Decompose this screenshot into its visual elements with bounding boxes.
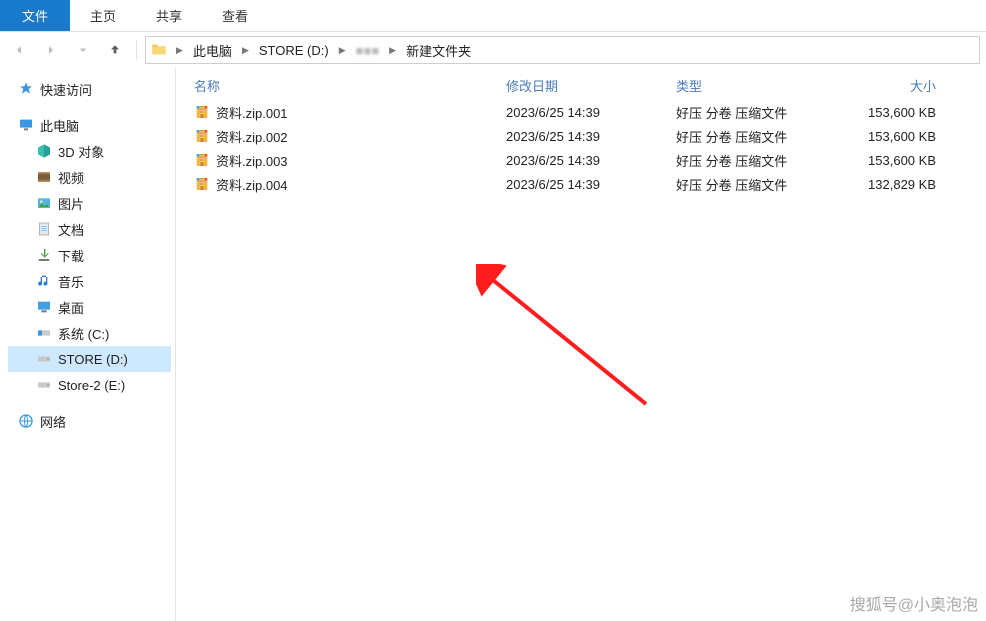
sidebar-item-label: 桌面 <box>58 298 84 317</box>
file-size: 153,600 KB <box>836 153 956 168</box>
cube-icon <box>36 143 52 159</box>
tab-share[interactable]: 共享 <box>136 0 202 31</box>
zip-icon <box>194 176 210 192</box>
annotation-arrow <box>476 264 676 424</box>
file-size: 153,600 KB <box>836 105 956 120</box>
tab-view[interactable]: 查看 <box>202 0 268 31</box>
sidebar-item-label: 音乐 <box>58 272 84 291</box>
sidebar-item-doc[interactable]: 文档 <box>8 216 171 242</box>
sidebar-item-label: Store-2 (E:) <box>58 378 125 393</box>
sidebar-this-pc[interactable]: 此电脑 <box>8 112 171 138</box>
drive-icon <box>36 377 52 393</box>
file-name: 资料.zip.003 <box>216 151 288 170</box>
chevron-right-icon: ▶ <box>238 45 253 56</box>
nav-up-button[interactable] <box>102 37 128 63</box>
file-name: 资料.zip.001 <box>216 103 288 122</box>
breadcrumb-this-pc[interactable]: 此电脑 <box>187 37 238 63</box>
computer-icon <box>18 117 34 133</box>
file-type: 好压 分卷 压缩文件 <box>676 175 836 194</box>
file-type: 好压 分卷 压缩文件 <box>676 151 836 170</box>
breadcrumb-drive[interactable]: STORE (D:) <box>253 37 335 63</box>
nav-recent-button[interactable] <box>70 37 96 63</box>
folder-icon <box>150 41 168 59</box>
col-header-type[interactable]: 类型 <box>676 76 836 95</box>
sidebar-item-label: STORE (D:) <box>58 352 128 367</box>
star-icon <box>18 81 34 97</box>
sidebar-network[interactable]: 网络 <box>8 408 171 434</box>
picture-icon <box>36 195 52 211</box>
sidebar-item-label: 图片 <box>58 194 84 213</box>
sidebar-item-label: 此电脑 <box>40 116 79 135</box>
nav-back-button[interactable] <box>6 37 32 63</box>
tab-file[interactable]: 文件 <box>0 0 70 31</box>
chevron-down-icon <box>75 42 91 58</box>
zip-icon <box>194 152 210 168</box>
sidebar-item-drive[interactable]: Store-2 (E:) <box>8 372 171 398</box>
sidebar-quick-access[interactable]: 快速访问 <box>8 76 171 102</box>
address-bar[interactable]: ▶ 此电脑 ▶ STORE (D:) ▶ ■■■ ▶ 新建文件夹 <box>145 36 980 64</box>
divider <box>136 40 137 60</box>
download-icon <box>36 247 52 263</box>
zip-icon <box>194 128 210 144</box>
sidebar-item-label: 下载 <box>58 246 84 265</box>
nav-forward-button[interactable] <box>38 37 64 63</box>
sidebar-item-label: 系统 (C:) <box>58 324 109 343</box>
breadcrumb-current[interactable]: 新建文件夹 <box>400 37 477 63</box>
sidebar-item-label: 快速访问 <box>40 80 92 99</box>
body: 快速访问 此电脑 3D 对象视频图片文档下载音乐桌面系统 (C:) STORE (… <box>0 68 986 621</box>
sidebar: 快速访问 此电脑 3D 对象视频图片文档下载音乐桌面系统 (C:) STORE (… <box>0 68 176 621</box>
breadcrumb-hidden[interactable]: ■■■ <box>350 37 386 63</box>
file-name: 资料.zip.002 <box>216 127 288 146</box>
file-row[interactable]: 资料.zip.004 2023/6/25 14:39好压 分卷 压缩文件132,8… <box>176 172 986 196</box>
file-row[interactable]: 资料.zip.003 2023/6/25 14:39好压 分卷 压缩文件153,6… <box>176 148 986 172</box>
col-header-date[interactable]: 修改日期 <box>506 76 676 95</box>
sidebar-item-label: 网络 <box>40 412 66 431</box>
sidebar-item-cube[interactable]: 3D 对象 <box>8 138 171 164</box>
file-row[interactable]: 资料.zip.002 2023/6/25 14:39好压 分卷 压缩文件153,6… <box>176 124 986 148</box>
music-icon <box>36 273 52 289</box>
file-size: 153,600 KB <box>836 129 956 144</box>
drive-c-icon <box>36 325 52 341</box>
content: 名称 修改日期 类型 大小 资料.zip.0012023/6/25 14:39好… <box>176 68 986 621</box>
sidebar-item-download[interactable]: 下载 <box>8 242 171 268</box>
sidebar-item-desktop[interactable]: 桌面 <box>8 294 171 320</box>
col-header-name[interactable]: 名称 <box>176 76 506 95</box>
arrow-up-icon <box>107 42 123 58</box>
tab-home[interactable]: 主页 <box>70 0 136 31</box>
file-size: 132,829 KB <box>836 177 956 192</box>
sidebar-item-label: 视频 <box>58 168 84 187</box>
file-name: 资料.zip.004 <box>216 175 288 194</box>
desktop-icon <box>36 299 52 315</box>
file-date: 2023/6/25 14:39 <box>506 153 676 168</box>
chevron-right-icon: ▶ <box>385 45 400 56</box>
chevron-right-icon: ▶ <box>335 45 350 56</box>
file-date: 2023/6/25 14:39 <box>506 177 676 192</box>
arrow-right-icon <box>43 42 59 58</box>
sidebar-item-label: 文档 <box>58 220 84 239</box>
chevron-right-icon: ▶ <box>172 45 187 56</box>
sidebar-item-drive[interactable]: STORE (D:) <box>8 346 171 372</box>
ribbon: 文件 主页 共享 查看 <box>0 0 986 32</box>
navbar: ▶ 此电脑 ▶ STORE (D:) ▶ ■■■ ▶ 新建文件夹 <box>0 32 986 68</box>
network-icon <box>18 413 34 429</box>
file-date: 2023/6/25 14:39 <box>506 105 676 120</box>
doc-icon <box>36 221 52 237</box>
col-header-size[interactable]: 大小 <box>836 76 956 95</box>
video-icon <box>36 169 52 185</box>
drive-icon <box>36 351 52 367</box>
sidebar-item-label: 3D 对象 <box>58 142 104 161</box>
zip-icon <box>194 104 210 120</box>
file-type: 好压 分卷 压缩文件 <box>676 127 836 146</box>
sidebar-item-drive-c[interactable]: 系统 (C:) <box>8 320 171 346</box>
sidebar-item-video[interactable]: 视频 <box>8 164 171 190</box>
arrow-left-icon <box>11 42 27 58</box>
column-headers: 名称 修改日期 类型 大小 <box>176 74 986 100</box>
file-type: 好压 分卷 压缩文件 <box>676 103 836 122</box>
sidebar-item-picture[interactable]: 图片 <box>8 190 171 216</box>
file-date: 2023/6/25 14:39 <box>506 129 676 144</box>
file-row[interactable]: 资料.zip.001 2023/6/25 14:39好压 分卷 压缩文件153,6… <box>176 100 986 124</box>
sidebar-item-music[interactable]: 音乐 <box>8 268 171 294</box>
